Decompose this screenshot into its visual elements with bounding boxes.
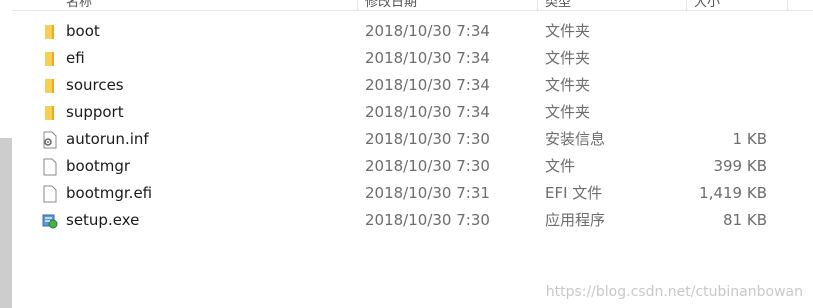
file-date: 2018/10/30 7:34: [365, 22, 490, 40]
file-name[interactable]: setup.exe: [66, 207, 139, 234]
watermark-text: https://blog.csdn.net/ctubinanbowan: [545, 284, 803, 300]
column-header-name[interactable]: 名称: [66, 0, 92, 10]
file-type: EFI 文件: [545, 184, 603, 202]
file-name[interactable]: sources: [66, 72, 124, 99]
file-row-setup[interactable]: setup.exe 2018/10/30 7:30 应用程序 81 KB: [12, 207, 813, 234]
file-name[interactable]: bootmgr.efi: [66, 180, 152, 207]
file-name[interactable]: autorun.inf: [66, 126, 149, 153]
file-type: 文件夹: [545, 22, 591, 40]
file-date: 2018/10/30 7:30: [365, 157, 490, 175]
folder-icon: [42, 104, 58, 122]
file-name[interactable]: bootmgr: [66, 153, 130, 180]
column-header-type[interactable]: 类型: [545, 0, 571, 10]
file-size: 399 KB: [713, 157, 767, 175]
setup-app-icon: [42, 212, 58, 230]
file-type: 文件夹: [545, 49, 591, 67]
folder-icon: [42, 77, 58, 95]
file-name[interactable]: efi: [66, 45, 85, 72]
file-row-autorun[interactable]: autorun.inf 2018/10/30 7:30 安装信息 1 KB: [12, 126, 813, 153]
file-icon: [42, 185, 58, 203]
folder-icon: [42, 23, 58, 41]
file-size: 1,419 KB: [699, 184, 767, 202]
file-type: 文件夹: [545, 76, 591, 94]
column-divider[interactable]: [787, 0, 788, 10]
file-type: 安装信息: [545, 130, 606, 148]
file-date: 2018/10/30 7:30: [365, 211, 490, 229]
navigation-scrollbar[interactable]: [0, 138, 12, 308]
file-size: 81 KB: [723, 211, 767, 229]
file-row-boot[interactable]: boot 2018/10/30 7:34 文件夹: [12, 18, 813, 45]
column-header-date[interactable]: 修改日期: [365, 0, 417, 10]
column-divider[interactable]: [537, 0, 538, 10]
file-name[interactable]: support: [66, 99, 124, 126]
file-name[interactable]: boot: [66, 18, 100, 45]
file-size: 1 KB: [732, 130, 767, 148]
column-header: 名称 修改日期 类型 大小: [12, 0, 813, 11]
column-header-size[interactable]: 大小: [694, 0, 720, 10]
file-date: 2018/10/30 7:31: [365, 184, 490, 202]
settings-file-icon: [42, 131, 58, 149]
file-row-efi[interactable]: efi 2018/10/30 7:34 文件夹: [12, 45, 813, 72]
file-type: 文件: [545, 157, 576, 175]
file-type: 应用程序: [545, 211, 606, 229]
file-row-sources[interactable]: sources 2018/10/30 7:34 文件夹: [12, 72, 813, 99]
file-date: 2018/10/30 7:34: [365, 103, 490, 121]
file-row-bootmgr-efi[interactable]: bootmgr.efi 2018/10/30 7:31 EFI 文件 1,419…: [12, 180, 813, 207]
file-date: 2018/10/30 7:30: [365, 130, 490, 148]
column-divider[interactable]: [686, 0, 687, 10]
file-icon: [42, 158, 58, 176]
navigation-pane-edge: [0, 0, 12, 308]
file-list: boot 2018/10/30 7:34 文件夹 efi 2018/10/30 …: [12, 18, 813, 234]
file-date: 2018/10/30 7:34: [365, 49, 490, 67]
file-date: 2018/10/30 7:34: [365, 76, 490, 94]
file-row-bootmgr[interactable]: bootmgr 2018/10/30 7:30 文件 399 KB: [12, 153, 813, 180]
file-row-support[interactable]: support 2018/10/30 7:34 文件夹: [12, 99, 813, 126]
file-type: 文件夹: [545, 103, 591, 121]
column-divider[interactable]: [357, 0, 358, 10]
folder-icon: [42, 50, 58, 68]
